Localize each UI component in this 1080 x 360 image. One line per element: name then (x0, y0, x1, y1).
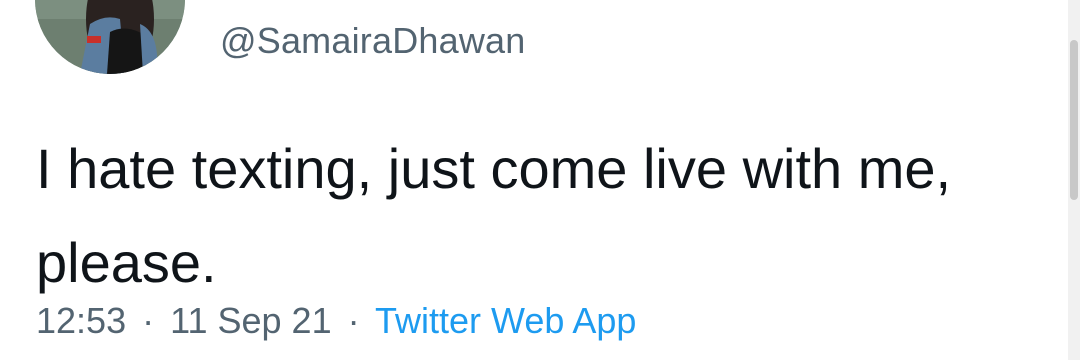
meta-separator: · (347, 300, 360, 341)
avatar[interactable] (35, 0, 185, 74)
tweet-date[interactable]: 11 Sep 21 (170, 300, 331, 341)
tweet-time[interactable]: 12:53 (36, 300, 126, 341)
tweet-text: I hate texting, just come live with me, … (36, 137, 952, 294)
scrollbar-thumb[interactable] (1070, 40, 1078, 200)
profile-photo-icon (35, 0, 185, 74)
user-handle[interactable]: @SamairaDhawan (220, 20, 525, 62)
meta-separator: · (142, 300, 155, 341)
tweet-source-link[interactable]: Twitter Web App (375, 300, 636, 341)
tweet-meta: 12:53 · 11 Sep 21 · Twitter Web App (36, 300, 636, 342)
tweet-card: @SamairaDhawan I hate texting, just come… (0, 0, 1080, 360)
scrollbar-track[interactable] (1068, 0, 1080, 360)
